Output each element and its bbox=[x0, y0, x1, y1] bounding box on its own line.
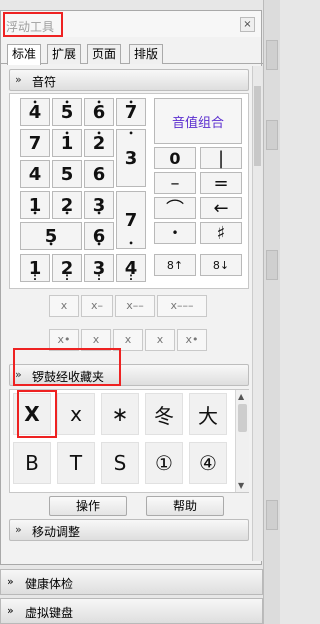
scrollbar-thumb[interactable] bbox=[254, 86, 261, 166]
favorite-item[interactable]: x bbox=[57, 393, 95, 435]
note-key[interactable]: 1 bbox=[20, 191, 50, 219]
note-key[interactable]: 5 bbox=[52, 98, 82, 126]
duration-button[interactable]: x bbox=[145, 329, 175, 351]
background-side-strip bbox=[263, 0, 280, 624]
highlight-box bbox=[3, 12, 63, 37]
double-dash-key[interactable]: = bbox=[200, 172, 242, 194]
scroll-up-icon[interactable]: ▲ bbox=[238, 392, 244, 401]
note-key[interactable]: 5 bbox=[20, 222, 82, 250]
note-key[interactable]: 4 bbox=[20, 160, 50, 188]
strip-segment bbox=[266, 40, 278, 70]
note-key[interactable]: 3 bbox=[84, 191, 114, 219]
favorite-item[interactable]: 冬 bbox=[145, 393, 183, 435]
note-key[interactable]: 1 bbox=[52, 129, 82, 157]
note-key[interactable]: 6 bbox=[84, 98, 114, 126]
tab-standard[interactable]: 标准 bbox=[7, 44, 42, 65]
scrollbar-thumb[interactable] bbox=[238, 404, 247, 432]
tab-layout[interactable]: 排版 bbox=[129, 44, 164, 64]
favorite-item[interactable]: S bbox=[101, 442, 139, 484]
note-key[interactable]: 2 bbox=[52, 191, 82, 219]
sharp-key[interactable]: ♯ bbox=[200, 222, 242, 244]
strip-segment bbox=[266, 250, 278, 280]
favorite-item[interactable]: B bbox=[13, 442, 51, 484]
favorite-item[interactable]: 大 bbox=[189, 393, 227, 435]
note-key[interactable]: 5 bbox=[52, 160, 82, 188]
barline-key[interactable]: | bbox=[200, 147, 242, 169]
strip-segment bbox=[266, 120, 278, 150]
favorite-item[interactable]: ① bbox=[145, 442, 183, 484]
favorite-item[interactable]: ∗ bbox=[101, 393, 139, 435]
note-key[interactable]: 7 bbox=[116, 98, 146, 126]
chevron-icon: » bbox=[15, 523, 22, 536]
chevron-icon: » bbox=[7, 575, 14, 588]
help-button[interactable]: 帮助 bbox=[146, 496, 224, 516]
health-check-bar[interactable]: » 健康体检 bbox=[0, 569, 263, 595]
note-key[interactable]: 6 bbox=[84, 222, 114, 250]
note-key[interactable]: 2 bbox=[84, 129, 114, 157]
tab-page[interactable]: 页面 bbox=[87, 44, 122, 64]
dash-key[interactable]: – bbox=[154, 172, 196, 194]
close-button[interactable]: × bbox=[240, 17, 255, 32]
operate-button[interactable]: 操作 bbox=[49, 496, 127, 516]
move-group-label: 移动调整 bbox=[32, 525, 81, 539]
note-key[interactable]: 7 bbox=[20, 129, 50, 157]
virtual-keyboard-label: 虚拟键盘 bbox=[25, 606, 74, 620]
highlight-box bbox=[17, 390, 57, 438]
strip-segment bbox=[266, 500, 278, 530]
note-key[interactable]: 3 bbox=[116, 129, 146, 187]
panel-scrollbar[interactable] bbox=[252, 66, 262, 561]
highlight-box bbox=[13, 348, 121, 386]
note-key[interactable]: 6 bbox=[84, 160, 114, 188]
favorite-item[interactable]: ④ bbox=[189, 442, 227, 484]
duration-button[interactable]: x–– bbox=[115, 295, 155, 317]
chevron-icon: » bbox=[7, 604, 14, 617]
duration-button[interactable]: x• bbox=[177, 329, 207, 351]
note-key[interactable]: 3 bbox=[84, 254, 114, 283]
tab-extended[interactable]: 扩展 bbox=[47, 44, 82, 64]
duration-button[interactable]: x bbox=[49, 295, 79, 317]
tie-key[interactable]: ⌒ bbox=[154, 197, 196, 220]
note-key[interactable]: 2 bbox=[52, 254, 82, 283]
notes-group-header[interactable]: » 音符 bbox=[9, 69, 249, 91]
virtual-keyboard-bar[interactable]: » 虚拟键盘 bbox=[0, 598, 263, 624]
favorites-scrollbar[interactable]: ▲ ▼ bbox=[235, 390, 249, 492]
dot-key[interactable]: • bbox=[154, 222, 196, 244]
note-key[interactable]: 4 bbox=[20, 98, 50, 126]
scroll-down-icon[interactable]: ▼ bbox=[238, 481, 244, 490]
chevron-icon: » bbox=[15, 73, 22, 86]
note-key[interactable]: 4 bbox=[116, 254, 146, 283]
floating-tool-panel: 浮动工具 × 标准 扩展 页面 排版 » 音符 4 5 6 7 音值组合 7 1… bbox=[0, 10, 263, 565]
health-check-label: 健康体检 bbox=[25, 577, 74, 591]
combo-button[interactable]: 音值组合 bbox=[154, 98, 242, 144]
tab-bar: 标准 扩展 页面 排版 bbox=[1, 44, 263, 65]
notes-group-label: 音符 bbox=[32, 75, 57, 89]
note-key[interactable]: 7 bbox=[116, 191, 146, 249]
arrow-key[interactable]: ← bbox=[200, 197, 242, 219]
octave-up-key[interactable]: 8↑ bbox=[154, 254, 196, 276]
zero-key[interactable]: 0 bbox=[154, 147, 196, 169]
duration-button[interactable]: x––– bbox=[157, 295, 207, 317]
title-bar[interactable]: 浮动工具 × bbox=[1, 11, 261, 37]
octave-down-key[interactable]: 8↓ bbox=[200, 254, 242, 276]
move-group-header[interactable]: » 移动调整 bbox=[9, 519, 249, 541]
duration-button[interactable]: x– bbox=[81, 295, 113, 317]
notes-card: 4 5 6 7 音值组合 7 1 2 3 0 | 4 5 6 – = 1 2 3… bbox=[9, 93, 249, 289]
note-key[interactable]: 1 bbox=[20, 254, 50, 283]
favorite-item[interactable]: T bbox=[57, 442, 95, 484]
